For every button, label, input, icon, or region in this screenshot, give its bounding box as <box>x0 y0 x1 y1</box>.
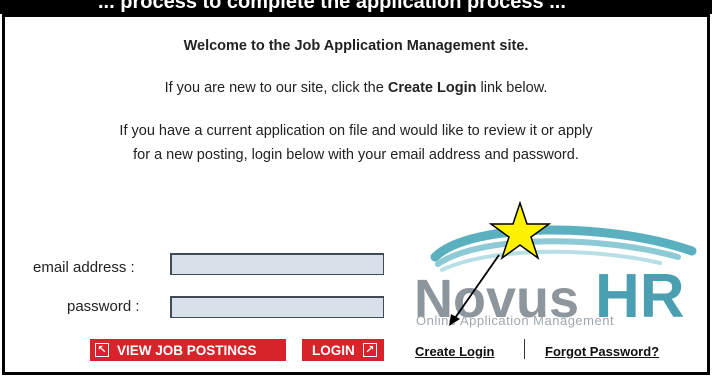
login-button[interactable]: LOGIN ↗ <box>302 339 384 361</box>
create-login-link[interactable]: Create Login <box>415 344 494 359</box>
view-job-postings-button[interactable]: ↖ VIEW JOB POSTINGS <box>90 339 286 361</box>
arrow-up-left-icon: ↖ <box>95 343 109 357</box>
top-caption-strip: ... process to complete the application … <box>0 0 712 14</box>
returning-user-text-line1: If you have a current application on fil… <box>119 123 593 139</box>
view-job-postings-label: VIEW JOB POSTINGS <box>117 342 257 358</box>
password-label: password : <box>67 298 140 315</box>
logo-tagline: Online Application Management <box>416 313 615 328</box>
new-user-bold-link-ref: Create Login <box>387 80 477 96</box>
login-panel: Welcome to the Job Application Managemen… <box>2 14 710 375</box>
login-label: LOGIN <box>312 342 355 358</box>
new-user-instruction: If you are new to our site, click the Cr… <box>5 80 707 96</box>
new-user-prefix: If you are new to our site, click the <box>164 80 388 96</box>
new-user-suffix: link below. <box>476 80 548 96</box>
link-divider <box>524 339 525 359</box>
forgot-password-link[interactable]: Forgot Password? <box>545 344 659 359</box>
email-field[interactable] <box>170 253 384 275</box>
top-caption-text: ... process to complete the application … <box>98 0 566 13</box>
returning-user-text-line2: for a new posting, login below with your… <box>133 147 579 163</box>
password-field[interactable] <box>170 296 384 318</box>
welcome-heading: Welcome to the Job Application Managemen… <box>183 38 529 54</box>
email-label: email address : <box>33 259 135 276</box>
arrow-up-right-icon: ↗ <box>362 343 377 357</box>
